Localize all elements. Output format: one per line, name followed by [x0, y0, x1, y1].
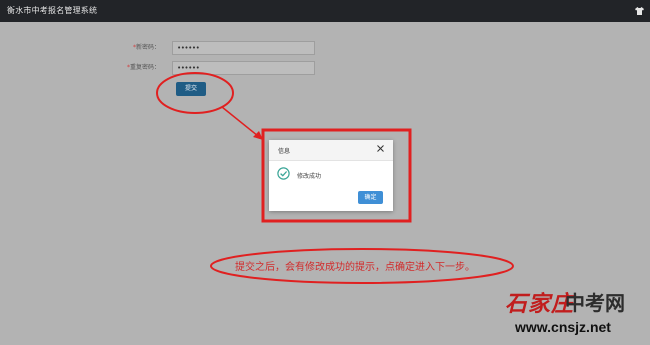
- dialog-message: 修改成功: [297, 173, 322, 180]
- watermark-logo-text: 石家庄: [505, 291, 575, 317]
- watermark-site-name: 中考网: [565, 291, 625, 315]
- check-circle-icon: [277, 167, 290, 180]
- watermark-url: www.cnsjz.net: [515, 319, 611, 335]
- dialog-title: 信息: [278, 148, 291, 155]
- confirm-button[interactable]: 确定: [358, 191, 383, 204]
- instruction-note: 提交之后，会有修改成功的提示，点确定进入下一步。: [235, 262, 475, 273]
- dialog-header: 信息: [269, 140, 393, 161]
- submit-highlight-ellipse: [156, 72, 234, 114]
- close-icon[interactable]: [377, 145, 384, 152]
- annotation-arrow: [221, 106, 259, 137]
- info-dialog: 信息 修改成功 确定: [269, 140, 393, 211]
